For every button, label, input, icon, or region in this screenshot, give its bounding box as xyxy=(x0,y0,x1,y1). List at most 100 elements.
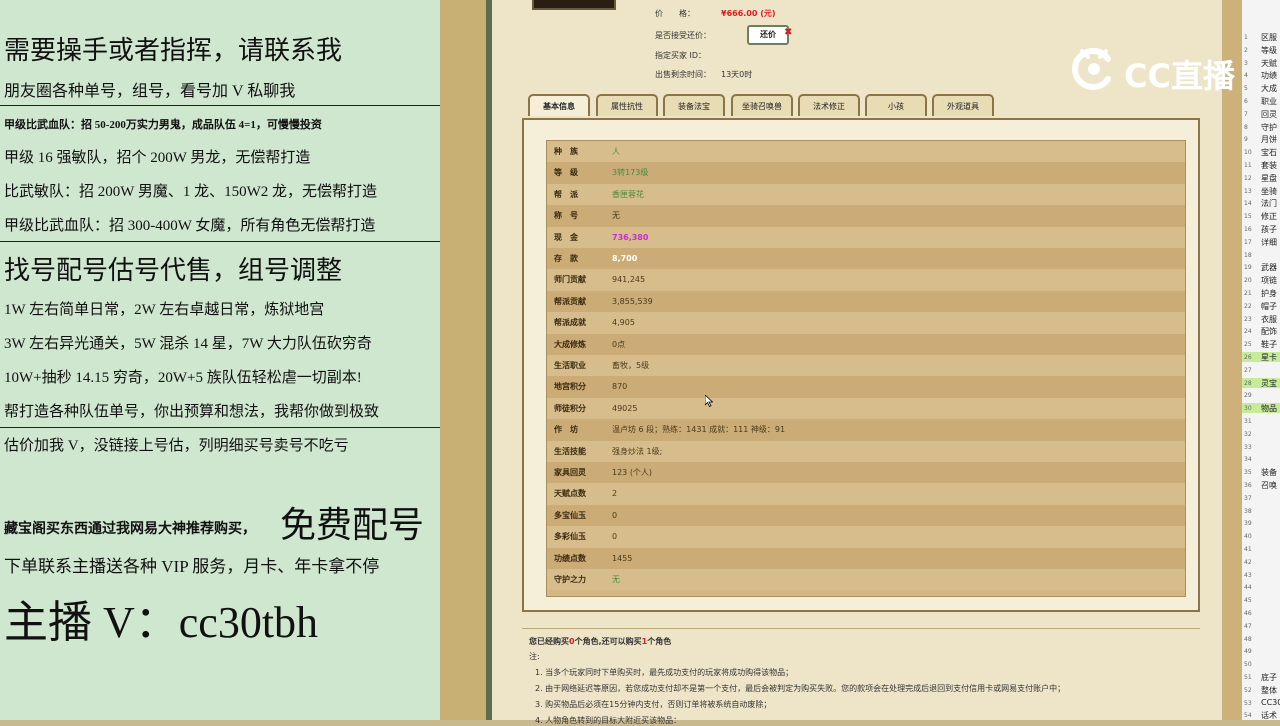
sidebar-row-text: 孩子 xyxy=(1261,225,1277,234)
counter-offer-button[interactable]: 还价 xyxy=(747,25,789,45)
ad-line: 需要操手或者指挥，请联系我 xyxy=(4,36,343,65)
sidebar-note-row: 18 xyxy=(1242,250,1280,260)
info-row-value: 1455 xyxy=(612,553,633,563)
info-row: 师门贡献 941,245 xyxy=(547,269,1185,291)
sidebar-row-number: 4 xyxy=(1244,72,1248,80)
tab-appearance[interactable]: 外观道具 xyxy=(932,94,994,116)
ad-divider xyxy=(0,105,440,106)
tab-attributes[interactable]: 属性抗性 xyxy=(596,94,658,116)
sidebar-note-row: 15 修正 xyxy=(1242,211,1280,221)
sidebar-note-row: 51 底子 xyxy=(1242,672,1280,682)
sidebar-row-number: 16 xyxy=(1244,226,1252,233)
sidebar-row-number: 19 xyxy=(1244,264,1252,272)
info-row: 生活技能 强身炒法 1级; xyxy=(547,440,1185,462)
info-row-label: 种 族 xyxy=(554,147,578,156)
buyer-row: 指定买家 ID： xyxy=(655,50,706,61)
sidebar-row-text: 衣服 xyxy=(1261,314,1277,324)
ad-line: 1W 左右简单日常，2W 左右卓越日常，炼狱地宫 xyxy=(4,302,325,318)
sidebar-row-text: 项链 xyxy=(1261,276,1277,286)
sidebar-row-number: 3 xyxy=(1244,59,1248,67)
info-row-label: 现 金 xyxy=(554,232,578,242)
info-table: 种 族人等 级 3转173级帮 派香匣蓉花称 号无现 金 736,380 存 款 8,7… xyxy=(546,140,1186,597)
info-row: 等 级 3转173级 xyxy=(547,162,1185,184)
ad-line: 免费配号 xyxy=(280,505,425,545)
info-row: 多宝仙玉 0 xyxy=(547,504,1185,527)
info-row: 功绩点数 1455 xyxy=(547,547,1185,569)
note-line: 3. 购买物品后必须在15分钟内支付，否则订单将被系统自动废除； xyxy=(535,700,772,709)
info-row-value: 3转173级 xyxy=(612,168,649,178)
ad-line: 10W+抽秒 14.15 穷奇，20W+5 族队伍轻松虐一切副本! xyxy=(4,370,362,386)
sidebar-note-row: 22 帽子 xyxy=(1242,301,1280,311)
ad-line: 甲级比武血队：招 50-200万实力男鬼，成品队伍 4=1，可慢慢投资 xyxy=(4,119,322,131)
sidebar-row-number: 38 xyxy=(1244,507,1252,515)
price-row: 价 格： ¥666.00 (元) xyxy=(655,8,776,19)
sidebar-note-row: 16 孩子 xyxy=(1242,224,1280,234)
ad-line: 比武敏队：招 200W 男魔、1 龙、150W2 龙，无偿帮打造 xyxy=(4,184,378,200)
sidebar-row-text: 宝石 xyxy=(1261,148,1277,158)
sidebar-note-row: 50 xyxy=(1242,659,1280,669)
sidebar-row-number: 40 xyxy=(1244,533,1252,541)
sidebar-row-number: 37 xyxy=(1244,494,1252,502)
sidebar-note-row: 19 武器 xyxy=(1242,262,1280,272)
sidebar-row-number: 53 xyxy=(1244,699,1252,707)
sidebar-row-number: 18 xyxy=(1244,251,1252,259)
sidebar-row-number: 34 xyxy=(1244,456,1252,464)
info-row-value: 736,380 xyxy=(612,232,649,242)
sidebar-note-row: 12 星盘 xyxy=(1242,173,1280,183)
sidebar-row-text: 灵宝 xyxy=(1261,378,1277,388)
info-row-value: 0点 xyxy=(612,339,626,349)
sidebar-note-row: 43 xyxy=(1242,570,1280,580)
info-row: 帮派成就 4,905 xyxy=(547,312,1185,334)
sidebar-note-row: 33 xyxy=(1242,442,1280,452)
tab-basic-info[interactable]: 基本信息 xyxy=(528,94,590,116)
sidebar-row-number: 41 xyxy=(1244,546,1252,553)
sidebar-note-row: 20 项链 xyxy=(1242,275,1280,285)
sidebar-note-row: 49 xyxy=(1242,646,1280,656)
info-row-value: 49025 xyxy=(612,403,638,413)
note-line: 2. 由于网络延迟等原因，若您成功支付却不是第一个支付，最后会被判定为购买失败。… xyxy=(535,684,1066,693)
frame-strip xyxy=(440,0,490,720)
tab-equipment[interactable]: 装备法宝 xyxy=(663,94,725,116)
info-row-value: 无 xyxy=(612,575,620,584)
sidebar-note-row: 2 等级 xyxy=(1242,45,1280,55)
sidebar-row-number: 17 xyxy=(1244,238,1252,246)
sidebar-row-number: 45 xyxy=(1244,597,1252,605)
sidebar-row-text: 整体 xyxy=(1261,685,1277,695)
sidebar-row-number: 54 xyxy=(1244,712,1252,720)
ad-divider xyxy=(0,427,440,428)
sidebar-row-number: 14 xyxy=(1244,200,1252,208)
sidebar-note-row: 11 套装 xyxy=(1242,160,1280,170)
info-row: 守护之力 无 xyxy=(547,569,1185,591)
ad-line: 3W 左右异光通关，5W 混杀 14 星，7W 大力队伍砍穷奇 xyxy=(4,336,372,352)
sidebar-row-text: 召唤 xyxy=(1261,481,1277,490)
note-line: 4. 人物角色转到的目标大附近买该物品： xyxy=(535,716,682,725)
sidebar-row-text: 职业 xyxy=(1261,97,1277,106)
info-row: 地宫积分 870 xyxy=(547,376,1185,398)
sidebar-note-row: 32 xyxy=(1242,429,1280,439)
sidebar-row-text: 天赋 xyxy=(1261,58,1277,68)
info-row-value: 温卢坊 6 段；熟练：1431 成就：111 神级：91 xyxy=(612,425,786,435)
sidebar-row-number: 32 xyxy=(1244,430,1252,438)
tab-spell-mods[interactable]: 法术修正 xyxy=(798,94,860,116)
info-row-label: 称 号 xyxy=(554,211,578,221)
close-icon[interactable]: ✖ xyxy=(784,27,792,38)
bought-prefix: 您已经购买 xyxy=(529,637,569,646)
sidebar-note-row: 34 xyxy=(1242,454,1280,464)
tab-mounts-summons[interactable]: 坐骑召唤兽 xyxy=(731,94,793,116)
info-row-label: 地宫积分 xyxy=(554,382,586,392)
tab-children[interactable]: 小孩 xyxy=(865,94,927,116)
sidebar-row-number: 33 xyxy=(1244,443,1252,451)
info-row: 现 金 736,380 xyxy=(547,226,1185,248)
sidebar-row-number: 1 xyxy=(1244,34,1248,41)
sidebar-row-text: 装备 xyxy=(1261,468,1277,478)
info-row-label: 帮派贡献 xyxy=(554,296,586,306)
info-row-value: 123 (个人) xyxy=(612,468,653,477)
price-label: 价 格： xyxy=(655,9,695,18)
info-row-label: 等 级 xyxy=(554,168,578,178)
sidebar-row-number: 44 xyxy=(1244,584,1252,592)
sidebar-row-number: 42 xyxy=(1244,558,1252,566)
sidebar-note-row: 36 召唤 xyxy=(1242,480,1280,490)
basic-info-panel: 种 族人等 级 3转173级帮 派香匣蓉花称 号无现 金 736,380 存 款 8,7… xyxy=(522,118,1200,612)
info-row-value: 2 xyxy=(612,489,618,499)
info-row: 作 坊 温卢坊 6 段；熟练：1431 成就：111 神级：91 xyxy=(547,419,1185,441)
